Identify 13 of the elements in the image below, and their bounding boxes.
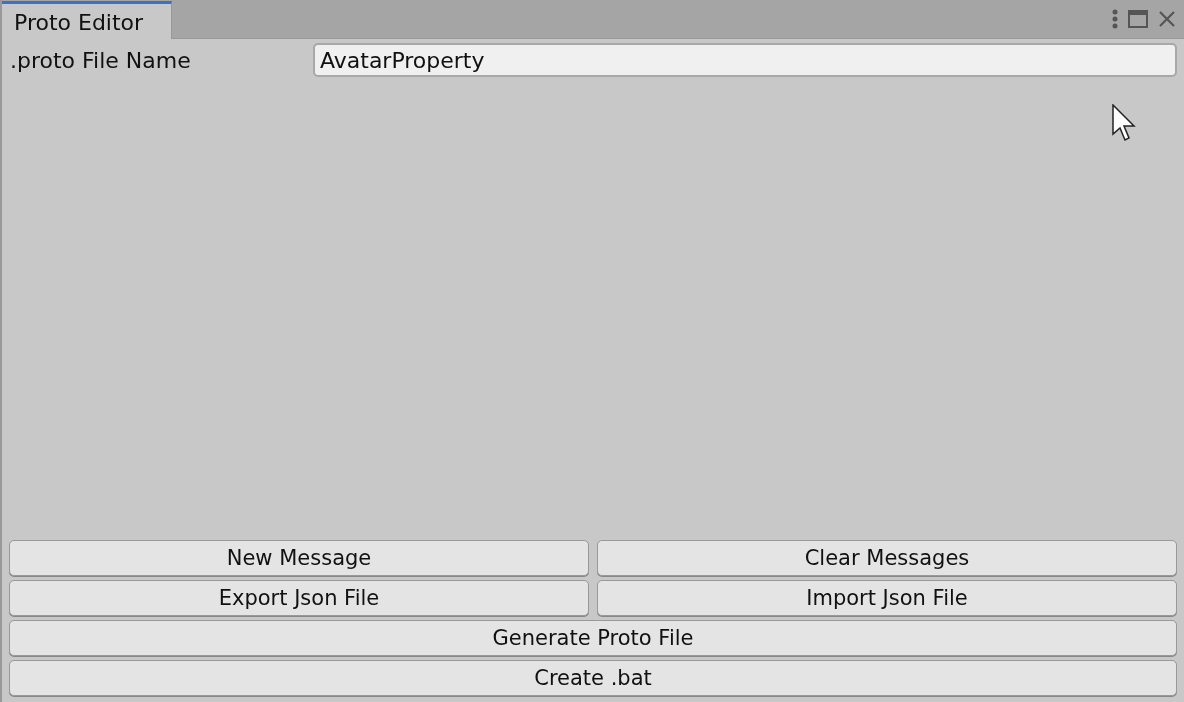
action-button[interactable]: Export Json File: [9, 580, 589, 616]
file-name-field[interactable]: AvatarProperty: [313, 43, 1177, 77]
action-button[interactable]: Create .bat: [9, 660, 1177, 696]
action-button[interactable]: New Message: [9, 540, 589, 576]
more-icon[interactable]: [1112, 9, 1118, 29]
close-icon[interactable]: [1158, 10, 1176, 28]
field-label: .proto File Name: [9, 47, 192, 73]
action-button[interactable]: Generate Proto File: [9, 620, 1177, 656]
cursor-icon: [1112, 104, 1138, 144]
maximize-icon[interactable]: [1128, 10, 1148, 28]
action-button[interactable]: Import Json File: [597, 580, 1177, 616]
action-button[interactable]: Clear Messages: [597, 540, 1177, 576]
tab[interactable]: Proto Editor: [2, 1, 173, 39]
